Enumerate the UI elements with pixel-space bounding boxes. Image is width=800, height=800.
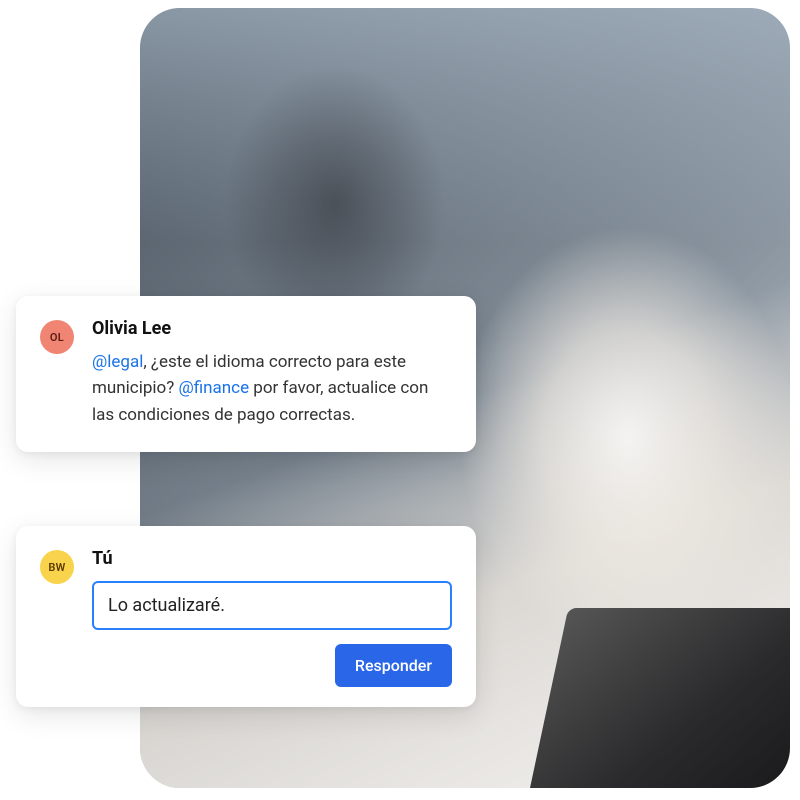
- comment-message: @legal, ¿este el idioma correcto para es…: [92, 349, 452, 428]
- reply-author: Tú: [92, 548, 452, 569]
- reply-button[interactable]: Responder: [335, 644, 452, 687]
- avatar: BW: [40, 550, 74, 584]
- reply-card: BW Tú Responder: [16, 526, 476, 707]
- comment-author: Olivia Lee: [92, 318, 452, 339]
- mention-legal[interactable]: @legal: [92, 352, 143, 372]
- avatar: OL: [40, 320, 74, 354]
- mention-finance[interactable]: @finance: [178, 378, 249, 398]
- reply-input[interactable]: [92, 581, 452, 630]
- comment-card: OL Olivia Lee @legal, ¿este el idioma co…: [16, 296, 476, 452]
